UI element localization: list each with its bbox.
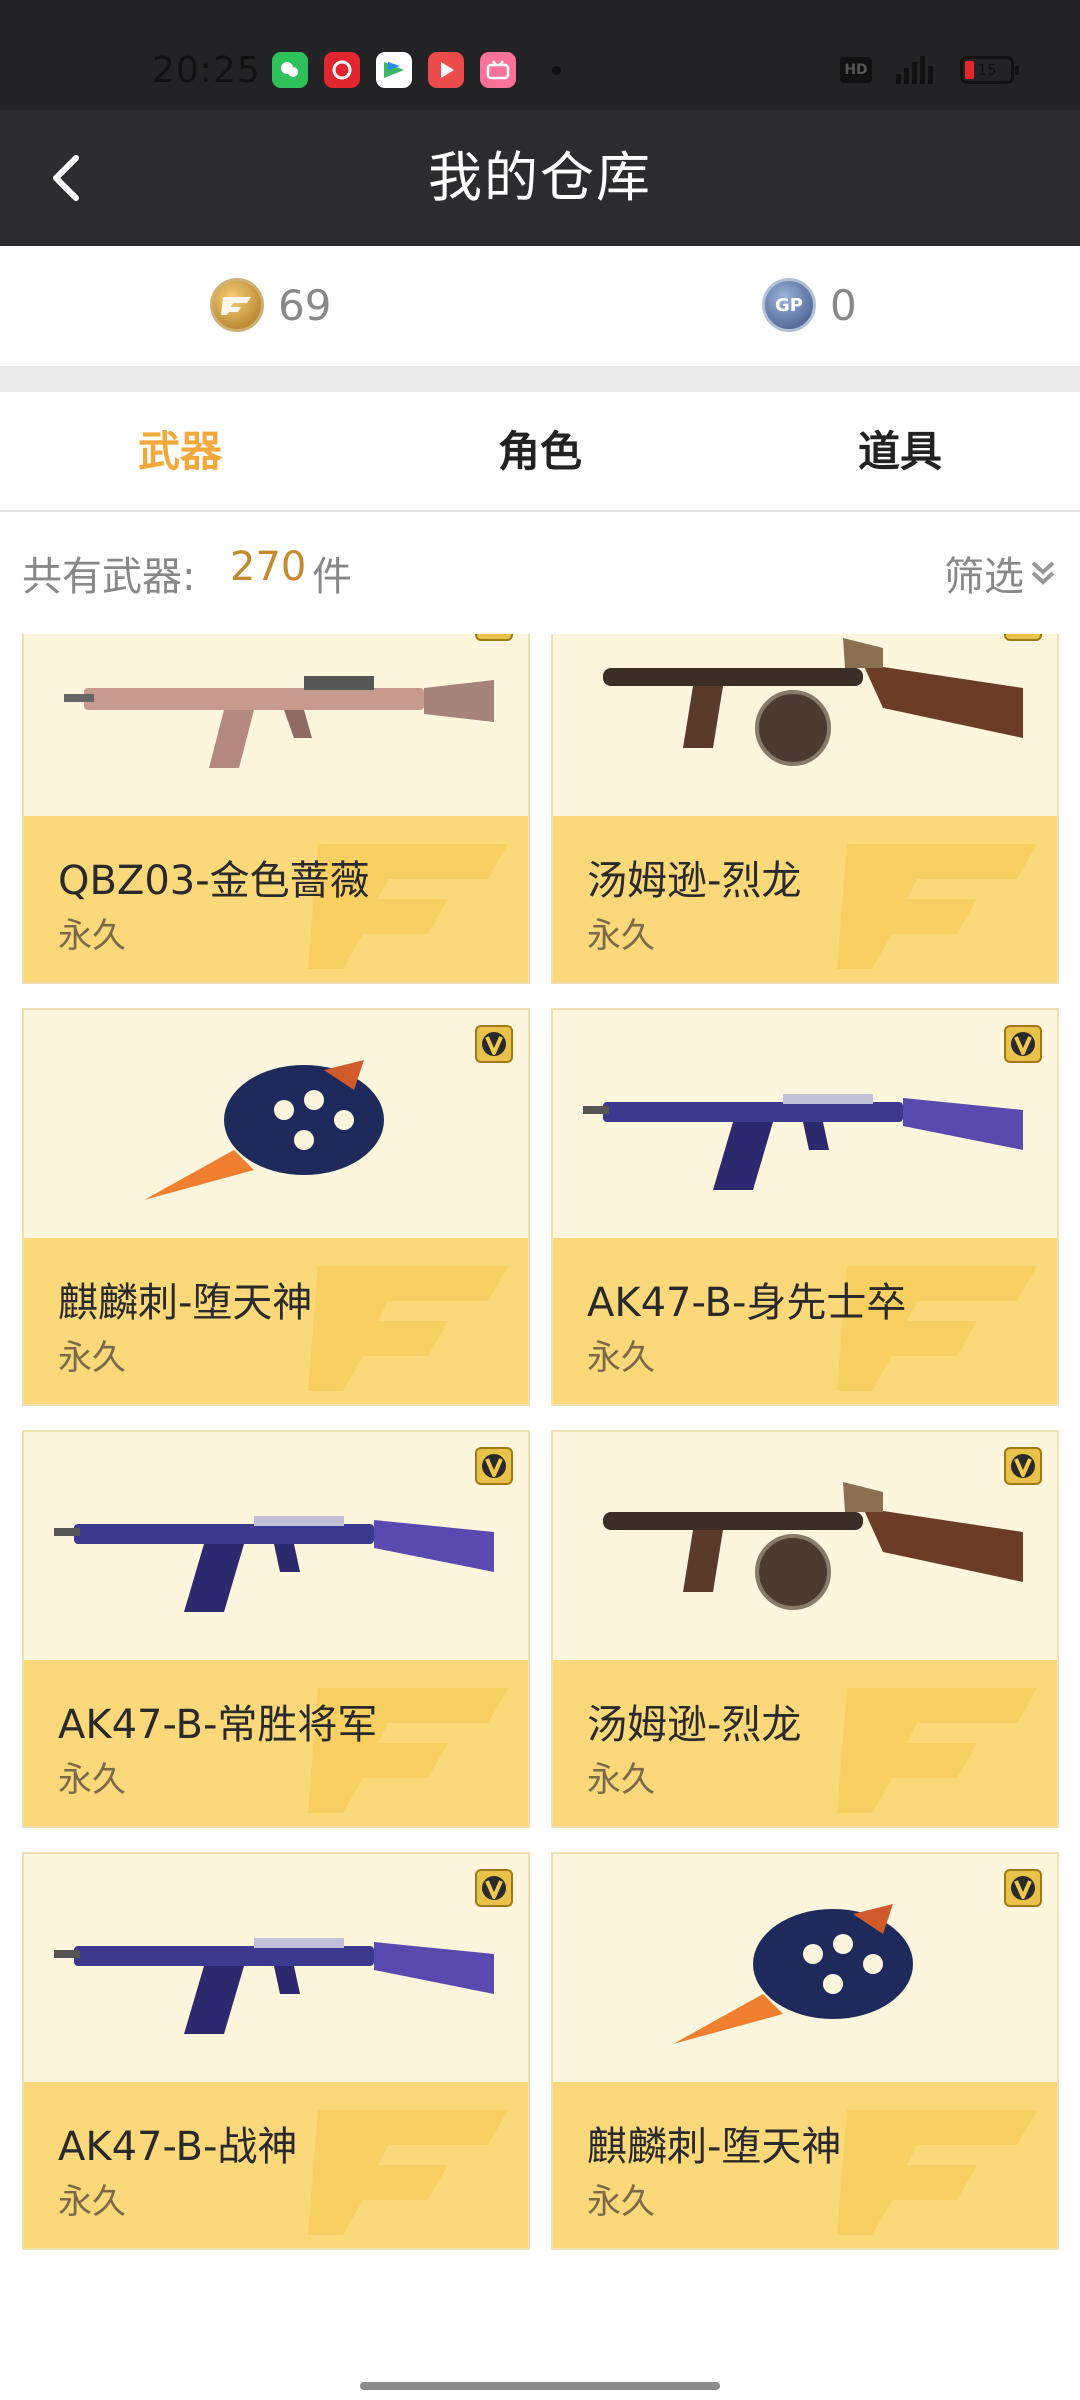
weapon-duration: 永久 (58, 2182, 126, 2222)
video-app-icon (428, 52, 464, 88)
notification-dot (552, 66, 561, 75)
weapon-grid-viewport[interactable]: Barrett-暗月传说永久屠龙永久QBZ03-金色蔷薇永久汤姆逊-烈龙永久麒麟… (0, 634, 1080, 2400)
battery-icon: 15 (960, 56, 1019, 84)
vip-badge-icon (1004, 634, 1042, 641)
weapon-image (553, 1010, 1057, 1238)
weapon-smg-icon (603, 638, 1023, 766)
cf-watermark-icon (837, 1688, 1037, 1813)
weapon-duration: 永久 (587, 1760, 655, 1800)
double-chevron-down-icon (1031, 561, 1055, 585)
vip-badge-icon (475, 634, 513, 641)
weapon-card[interactable]: 麒麟刺-堕天神永久 (551, 1852, 1059, 2250)
category-tabs: 武器 角色 道具 (0, 392, 1080, 512)
cf-coin-value: 69 (278, 280, 332, 330)
hd-icon: HD (840, 57, 872, 83)
vip-badge-icon (1004, 1869, 1042, 1907)
weapon-image (24, 1432, 528, 1660)
weapon-duration: 永久 (58, 1338, 126, 1378)
status-right-icons: HD 15 (840, 54, 1019, 86)
page-header: 我的仓库 (0, 110, 1080, 246)
weapon-name: 汤姆逊-烈龙 (587, 1702, 802, 1748)
tab-items[interactable]: 道具 (720, 392, 1080, 512)
weapon-card[interactable]: AK47-B-战神永久 (22, 1852, 530, 2250)
weapon-card[interactable]: 汤姆逊-烈龙永久 (551, 1430, 1059, 1828)
weapon-info: 麒麟刺-堕天神永久 (553, 2082, 1057, 2248)
weapon-duration: 永久 (58, 1760, 126, 1800)
vip-badge-icon (475, 1869, 513, 1907)
weapon-card[interactable]: QBZ03-金色蔷薇永久 (22, 634, 530, 984)
weapon-info: 麒麟刺-堕天神永久 (24, 1238, 528, 1404)
battery-text: 15 (977, 61, 997, 79)
cf-watermark-icon (837, 2110, 1037, 2235)
weapon-count: 270 (230, 544, 307, 590)
status-bar: 20:25 HD 15 (0, 0, 1080, 110)
status-time: 20:25 (152, 50, 261, 91)
tab-characters[interactable]: 角色 (360, 392, 720, 512)
weapon-ak-icon (583, 1094, 1023, 1190)
cf-coin-icon (210, 278, 264, 332)
weapon-image (24, 1010, 528, 1238)
home-indicator[interactable] (360, 2382, 720, 2390)
weapon-duration: 永久 (58, 916, 126, 956)
weapon-image (553, 1854, 1057, 2082)
weapon-image (24, 634, 528, 816)
weapon-name: AK47-B-身先士卒 (587, 1280, 907, 1326)
weapon-summary: 共有武器: 270 件 筛选 (0, 514, 1080, 634)
vip-badge-icon (1004, 1447, 1042, 1485)
status-app-icons (272, 52, 516, 88)
page-title: 我的仓库 (428, 146, 652, 209)
weapon-info: AK47-B-常胜将军永久 (24, 1660, 528, 1826)
weapon-ak-icon (54, 1938, 494, 2034)
vip-badge-icon (1004, 1025, 1042, 1063)
signal-icon (896, 56, 933, 84)
currency-bar: 69 GP 0 (0, 246, 1080, 366)
weapon-knuckle-icon (673, 1904, 913, 2044)
weapon-name: 麒麟刺-堕天神 (58, 1280, 313, 1326)
filter-button[interactable]: 筛选 (944, 544, 1058, 602)
weapon-duration: 永久 (587, 1338, 655, 1378)
weapon-name: 汤姆逊-烈龙 (587, 858, 802, 904)
weapon-knuckle-icon (144, 1060, 384, 1200)
game-app-icon (376, 52, 412, 88)
netease-music-icon (324, 52, 360, 88)
cf-watermark-icon (837, 844, 1037, 969)
weapon-card[interactable]: AK47-B-身先士卒永久 (551, 1008, 1059, 1406)
filter-label: 筛选 (944, 554, 1024, 600)
weapon-info: QBZ03-金色蔷薇永久 (24, 816, 528, 982)
tab-weapons[interactable]: 武器 (0, 392, 360, 512)
weapon-duration: 永久 (587, 916, 655, 956)
weapon-image (24, 1854, 528, 2082)
weapon-name: 麒麟刺-堕天神 (587, 2124, 842, 2170)
cf-watermark-icon (308, 1266, 508, 1391)
cf-currency: 69 (210, 278, 331, 332)
section-divider (0, 366, 1080, 392)
weapon-ak-icon (54, 1516, 494, 1612)
gp-coin-value: 0 (830, 280, 857, 330)
weapon-rifle-icon (64, 676, 494, 768)
weapon-name: AK47-B-常胜将军 (58, 1702, 378, 1748)
weapon-image (553, 634, 1057, 816)
weapon-card[interactable]: AK47-B-常胜将军永久 (22, 1430, 530, 1828)
gp-currency: GP 0 (762, 278, 857, 332)
weapon-card[interactable]: 麒麟刺-堕天神永久 (22, 1008, 530, 1406)
weapon-duration: 永久 (587, 2182, 655, 2222)
cf-watermark-icon (308, 2110, 508, 2235)
weapon-info: 汤姆逊-烈龙永久 (553, 1660, 1057, 1826)
bilibili-icon (480, 52, 516, 88)
weapon-card[interactable]: 汤姆逊-烈龙永久 (551, 634, 1059, 984)
weapon-info: AK47-B-身先士卒永久 (553, 1238, 1057, 1404)
weapon-smg-icon (603, 1482, 1023, 1610)
summary-label: 共有武器: (22, 554, 196, 600)
weapon-name: AK47-B-战神 (58, 2124, 298, 2170)
weapon-info: 汤姆逊-烈龙永久 (553, 816, 1057, 982)
weapon-name: QBZ03-金色蔷薇 (58, 858, 370, 904)
wechat-app-icon (272, 52, 308, 88)
vip-badge-icon (475, 1447, 513, 1485)
vip-badge-icon (475, 1025, 513, 1063)
gp-coin-icon: GP (762, 278, 816, 332)
weapon-info: AK47-B-战神永久 (24, 2082, 528, 2248)
summary-unit: 件 (312, 554, 352, 600)
weapon-image (553, 1432, 1057, 1660)
